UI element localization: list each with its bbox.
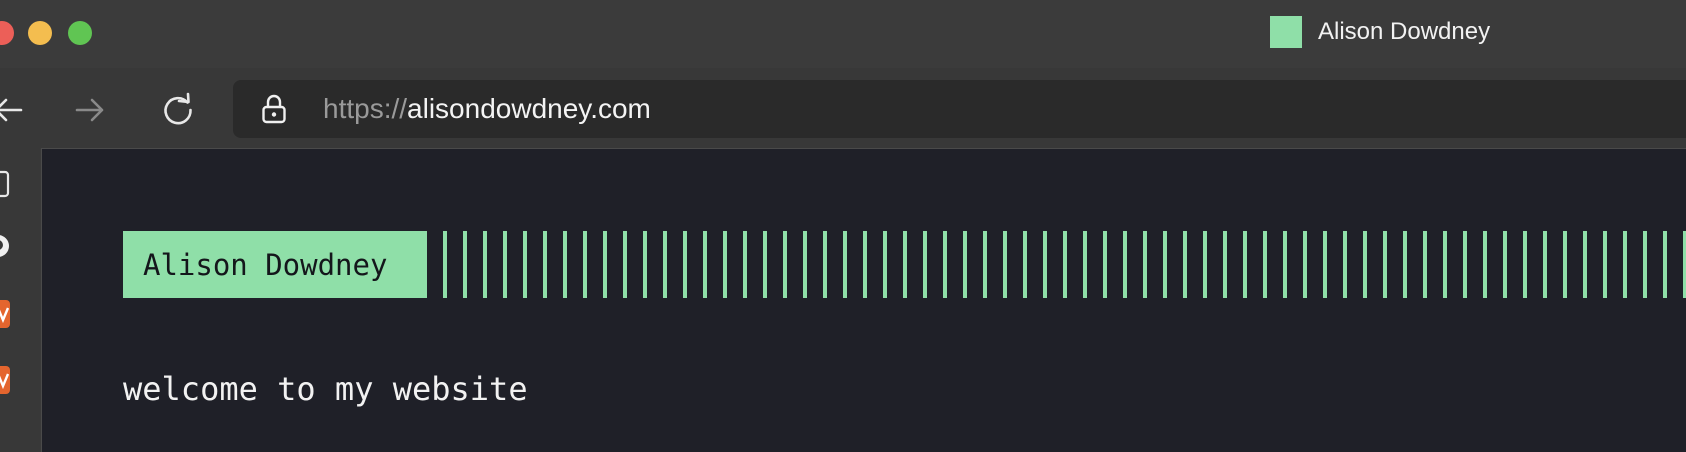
- reload-button[interactable]: [158, 90, 198, 130]
- app-icon-orange[interactable]: [0, 366, 10, 394]
- minimize-window-button[interactable]: [28, 21, 52, 45]
- address-bar[interactable]: https://alisondowdney.com: [233, 80, 1686, 138]
- url-host: alisondowdney.com: [407, 93, 651, 124]
- page-icon[interactable]: [0, 170, 10, 198]
- tab-title[interactable]: Alison Dowdney: [1318, 18, 1490, 46]
- window-titlebar: Alison Dowdney: [0, 0, 1686, 68]
- welcome-text: welcome to my website: [123, 370, 528, 408]
- arrow-left-icon: [0, 98, 23, 122]
- browser-toolbar: https://alisondowdney.com: [0, 68, 1686, 148]
- app-icon-orange[interactable]: [0, 300, 10, 328]
- lock-icon: [262, 94, 286, 124]
- url-scheme: https://: [323, 93, 408, 124]
- tab-favicon-icon: [1270, 16, 1302, 48]
- url-text[interactable]: https://alisondowdney.com: [323, 93, 651, 125]
- site-name-header[interactable]: Alison Dowdney: [123, 231, 427, 298]
- decorative-bars: [443, 231, 1686, 298]
- close-window-button[interactable]: [0, 21, 14, 45]
- arrow-right-icon: [75, 98, 104, 122]
- forward-button[interactable]: [70, 90, 110, 130]
- reload-icon: [164, 92, 192, 125]
- browser-sidebar: [0, 148, 40, 452]
- back-button[interactable]: [0, 90, 28, 130]
- github-icon[interactable]: [0, 232, 10, 260]
- web-page: Alison Dowdney welcome to my website: [41, 148, 1686, 452]
- zoom-window-button[interactable]: [68, 21, 92, 45]
